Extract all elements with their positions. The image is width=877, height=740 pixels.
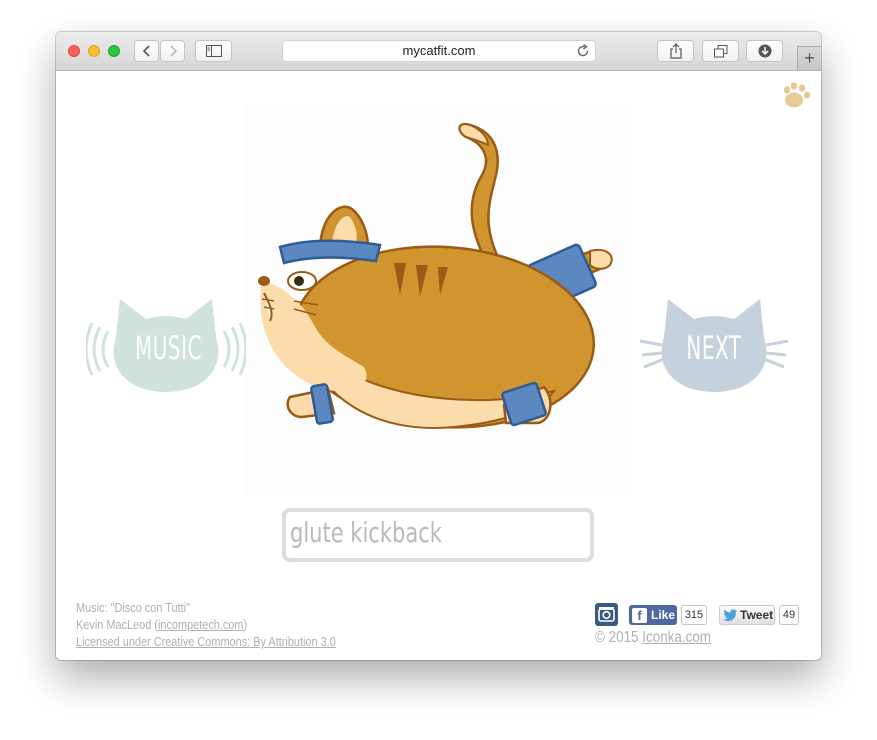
credit-line-1: Music: "Disco con Tutti" (76, 600, 190, 615)
address-bar[interactable]: mycatfit.com (282, 40, 596, 62)
paw-icon[interactable] (780, 80, 812, 110)
credit-line-2: Kevin MacLeod (incompetech.com) (76, 616, 336, 633)
sidebar-button[interactable] (195, 40, 232, 62)
like-count: 315 (681, 605, 707, 625)
music-button-label: MUSIC (135, 329, 203, 367)
copyright: © 2015 Iconka.com (595, 629, 711, 647)
credit-paren: ) (243, 617, 248, 632)
instagram-button[interactable] (595, 603, 618, 626)
share-icon (669, 43, 682, 59)
license-link[interactable]: Licensed under Creative Commons: By Attr… (76, 634, 336, 649)
maximize-window-button[interactable] (108, 45, 120, 57)
credit-author: Kevin MacLeod ( (76, 617, 158, 632)
exercise-name: glute kickback (290, 516, 442, 549)
cat-exercise-illustration (258, 122, 613, 429)
chevron-left-icon (142, 45, 150, 57)
tweet-button[interactable]: Tweet (719, 605, 775, 625)
close-window-button[interactable] (68, 45, 80, 57)
url-text: mycatfit.com (402, 43, 476, 58)
forward-button[interactable] (160, 40, 185, 62)
minimize-window-button[interactable] (88, 45, 100, 57)
next-button[interactable]: NEXT (640, 289, 788, 399)
new-tab-button[interactable]: + (797, 46, 821, 70)
facebook-like-button[interactable]: f Like (629, 605, 677, 625)
facebook-icon: f (632, 607, 647, 623)
next-button-label: NEXT (686, 329, 742, 367)
music-button[interactable]: MUSIC (86, 289, 246, 399)
tabs-overview-button[interactable] (702, 40, 739, 62)
tweet-count: 49 (779, 605, 799, 625)
music-credits: Music: "Disco con Tutti" Kevin MacLeod (… (76, 599, 336, 650)
copyright-text: © 2015 (595, 629, 643, 646)
exercise-image-panel (244, 105, 634, 495)
instagram-icon (598, 607, 615, 622)
tweet-label: Tweet (740, 608, 774, 622)
exercise-name-box: glute kickback (282, 508, 594, 562)
chevron-right-icon (169, 45, 177, 57)
incompetech-link[interactable]: incompetech.com (158, 617, 244, 632)
page-content: MUSIC NEXT glute kickback Music: "Disco … (56, 71, 821, 660)
download-icon (758, 44, 771, 58)
browser-toolbar: mycatfit.com + (56, 32, 821, 71)
like-label: Like (651, 608, 676, 622)
share-button[interactable] (657, 40, 694, 62)
browser-window: mycatfit.com + MUSIC NEXT glute kickback… (56, 32, 821, 660)
tabs-overview-icon (713, 44, 727, 57)
sidebar-icon (205, 45, 222, 57)
reload-icon[interactable] (575, 43, 591, 59)
back-button[interactable] (134, 40, 159, 62)
twitter-icon (723, 609, 737, 621)
iconka-link[interactable]: Iconka.com (642, 629, 711, 646)
downloads-button[interactable] (746, 40, 783, 62)
